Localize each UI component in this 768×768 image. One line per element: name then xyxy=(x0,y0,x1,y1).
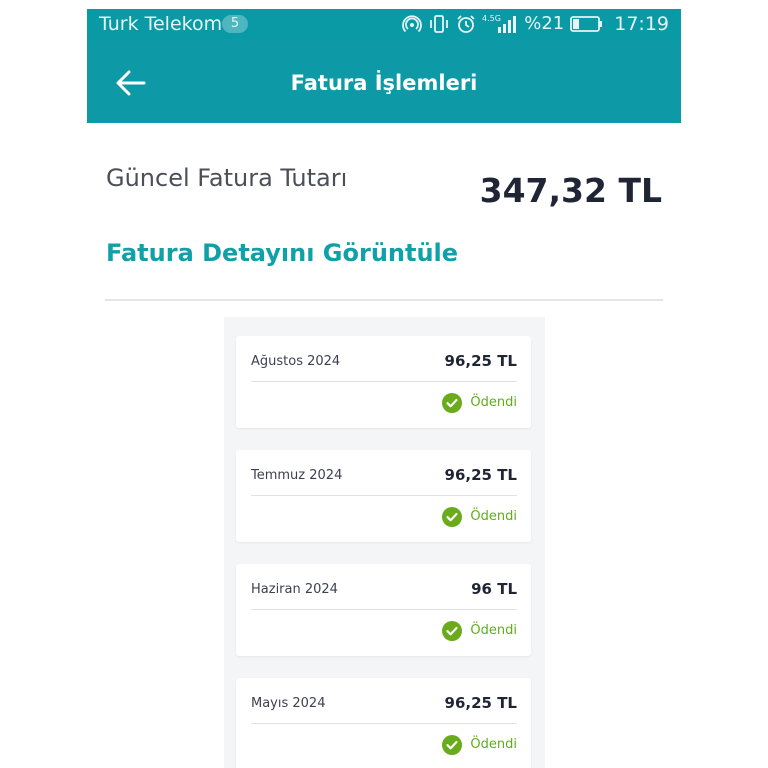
invoice-period: Ağustos 2024 xyxy=(251,354,341,369)
invoice-amount: 96,25 TL xyxy=(444,352,517,370)
vibrate-icon xyxy=(430,15,449,33)
card-divider xyxy=(251,495,517,496)
paid-label: Ödendi xyxy=(470,509,517,524)
status-icons: 4.5G %21 17:19 xyxy=(402,12,669,36)
paid-status: Ödendi xyxy=(442,392,517,414)
status-bar: Turk Telekom 5 4.5G %21 17:19 xyxy=(87,9,681,39)
card-divider xyxy=(251,723,517,724)
invoice-card[interactable]: Mayıs 2024 96,25 TL Ödendi xyxy=(236,678,531,768)
paid-status: Ödendi xyxy=(442,506,517,528)
carrier-name: Turk Telekom xyxy=(99,13,223,35)
check-circle-icon xyxy=(442,735,463,755)
invoice-amount: 96,25 TL xyxy=(444,466,517,484)
alarm-icon xyxy=(457,15,475,33)
card-divider xyxy=(251,381,517,382)
check-circle-icon xyxy=(442,621,463,641)
invoice-period: Temmuz 2024 xyxy=(251,468,343,483)
current-amount-value: 347,32 TL xyxy=(479,171,662,210)
current-amount-label: Güncel Fatura Tutarı xyxy=(106,164,348,192)
invoice-list: Ağustos 2024 96,25 TL Ödendi Temmuz 2024… xyxy=(224,317,545,768)
invoice-card[interactable]: Haziran 2024 96 TL Ödendi xyxy=(236,564,531,656)
paid-label: Ödendi xyxy=(470,737,517,752)
check-circle-icon xyxy=(442,507,463,527)
invoice-card[interactable]: Ağustos 2024 96,25 TL Ödendi xyxy=(236,336,531,428)
invoice-amount: 96 TL xyxy=(471,580,517,598)
view-invoice-detail-link[interactable]: Fatura Detayını Görüntüle xyxy=(106,236,458,270)
sim-badge: 5 xyxy=(222,15,248,33)
page-title: Fatura İşlemleri xyxy=(290,71,478,95)
card-divider xyxy=(251,609,517,610)
svg-text:4.5G: 4.5G xyxy=(482,14,501,23)
battery-icon xyxy=(570,16,603,32)
invoice-period: Mayıs 2024 xyxy=(251,696,326,711)
check-circle-icon xyxy=(442,393,463,413)
invoice-card[interactable]: Temmuz 2024 96,25 TL Ödendi xyxy=(236,450,531,542)
status-time: 17:19 xyxy=(614,13,669,35)
paid-status: Ödendi xyxy=(442,620,517,642)
section-divider xyxy=(105,299,663,301)
invoice-amount: 96,25 TL xyxy=(444,694,517,712)
phone-screen: Turk Telekom 5 4.5G %21 17:19 Fatura İşl… xyxy=(87,9,681,768)
battery-percent: %21 xyxy=(524,13,565,34)
paid-label: Ödendi xyxy=(470,623,517,638)
paid-label: Ödendi xyxy=(470,395,517,410)
signal-icon: 4.5G xyxy=(482,14,517,33)
app-bar: Fatura İşlemleri xyxy=(87,39,681,123)
hotspot-icon xyxy=(402,15,423,33)
invoice-period: Haziran 2024 xyxy=(251,582,338,597)
paid-status: Ödendi xyxy=(442,734,517,756)
